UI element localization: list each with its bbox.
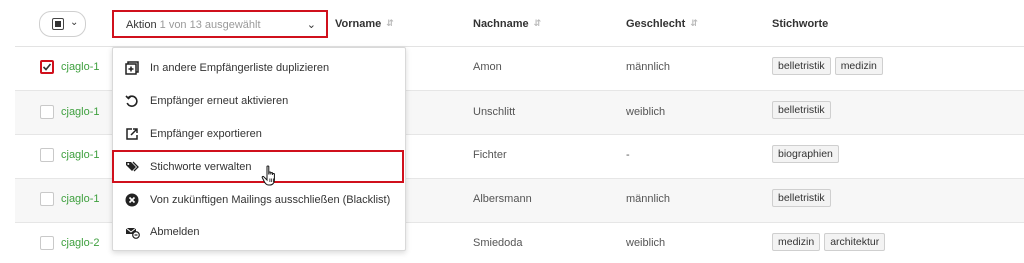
tag-badge: belletristik (772, 189, 831, 207)
row-checkbox[interactable] (40, 148, 54, 162)
reactivate-icon (125, 94, 139, 108)
select-all-checkbox[interactable] (52, 18, 64, 30)
bulk-action-menu: In andere Empfängerliste duplizieren Emp… (112, 47, 406, 251)
bulk-select-toggle[interactable]: ⌄ (39, 11, 86, 37)
menu-item-unsubscribe[interactable]: Abmelden (113, 216, 405, 248)
unsubscribe-icon (125, 225, 140, 239)
menu-item-duplicate[interactable]: In andere Empfängerliste duplizieren (113, 52, 405, 84)
menu-item-reactivate[interactable]: Empfänger erneut aktivieren (113, 85, 405, 117)
bulk-action-label: Aktion 1 von 13 ausgewählt (126, 19, 261, 31)
row-tags: medizin architektur (772, 233, 889, 251)
row-tags: belletristik (772, 101, 835, 119)
sort-icon[interactable]: ⇵ (386, 18, 394, 29)
tag-badge: medizin (834, 57, 883, 75)
export-icon (125, 127, 139, 141)
row-email[interactable]: cjaglo-1 (61, 106, 100, 118)
menu-item-blacklist[interactable]: Von zukünftigen Mailings ausschließen (B… (113, 184, 405, 216)
row-lastname: Unschlitt (473, 106, 516, 118)
tag-badge: belletristik (772, 101, 831, 119)
tag-badge: belletristik (772, 57, 831, 75)
column-header-lastname[interactable]: Nachname ⇵ (473, 18, 541, 30)
tag-badge: architektur (824, 233, 886, 251)
row-lastname: Fichter (473, 149, 507, 161)
row-gender: weiblich (626, 237, 666, 249)
row-gender: männlich (626, 193, 671, 205)
chevron-down-icon[interactable]: ⌄ (307, 18, 316, 31)
hand-cursor-icon (261, 165, 279, 189)
menu-item-manage-tags[interactable]: Stichworte verwalten (112, 150, 404, 183)
duplicate-icon (125, 61, 139, 75)
column-header-gender[interactable]: Geschlecht ⇵ (626, 18, 698, 30)
row-checkbox[interactable] (40, 105, 54, 119)
tags-icon (125, 160, 139, 174)
sort-icon[interactable]: ⇵ (690, 18, 698, 29)
row-tags: biographien (772, 145, 843, 163)
row-lastname: Smiedoda (473, 237, 523, 249)
blacklist-icon (125, 193, 139, 207)
bulk-action-select[interactable]: Aktion 1 von 13 ausgewählt ⌄ (112, 10, 328, 38)
row-lastname: Amon (473, 61, 502, 73)
column-header-firstname[interactable]: Vorname ⇵ (335, 18, 394, 30)
row-email[interactable]: cjaglo-1 (61, 149, 100, 161)
row-gender: - (626, 149, 630, 161)
tag-badge: medizin (772, 233, 821, 251)
row-tags: belletristik (772, 189, 835, 207)
sort-icon[interactable]: ⇵ (534, 18, 542, 29)
column-header-tags: Stichworte (772, 18, 829, 30)
row-lastname: Albersmann (473, 193, 532, 205)
row-checkbox[interactable] (40, 192, 54, 206)
row-tags: belletristik medizin (772, 57, 887, 75)
tag-badge: biographien (772, 145, 839, 163)
row-gender: weiblich (626, 106, 666, 118)
row-checkbox[interactable] (40, 236, 54, 250)
row-email[interactable]: cjaglo-2 (61, 237, 100, 249)
row-email[interactable]: cjaglo-1 (61, 61, 100, 73)
menu-item-export[interactable]: Empfänger exportieren (113, 118, 405, 150)
chevron-down-icon[interactable]: ⌄ (70, 17, 78, 28)
row-gender: männlich (626, 61, 671, 73)
row-checkbox[interactable] (40, 60, 54, 74)
recipients-table: ⌄ Vorname ⇵ Nachname ⇵ Geschlecht ⇵ Stichwo… (15, 0, 1024, 263)
row-email[interactable]: cjaglo-1 (61, 193, 100, 205)
